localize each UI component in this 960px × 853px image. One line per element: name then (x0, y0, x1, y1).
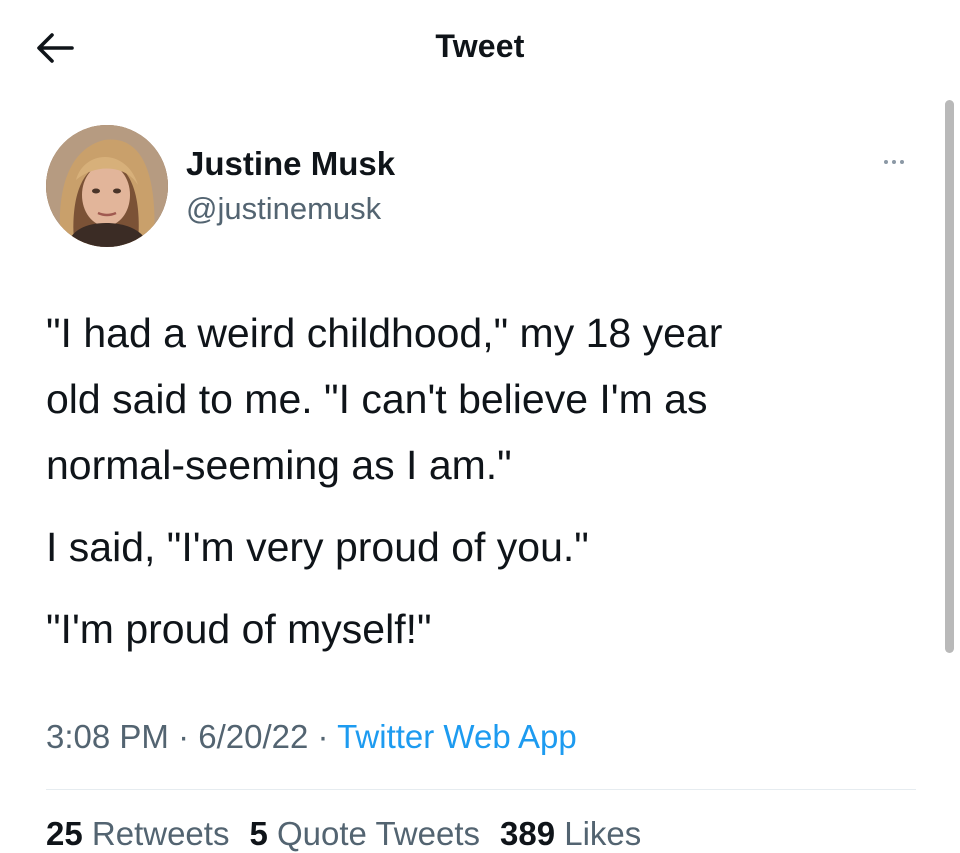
tweet-date[interactable]: 6/20/22 (198, 718, 308, 755)
avatar[interactable] (46, 125, 168, 247)
retweets-stat[interactable]: 25 Retweets (46, 815, 229, 852)
tweet-line: I said, "I'm very proud of you." (46, 524, 589, 570)
tweet-line: normal-seeming as I am." (46, 442, 512, 488)
tweet-line: "I had a weird childhood," my 18 year (46, 310, 723, 356)
quote-tweets-stat[interactable]: 5 Quote Tweets (249, 815, 480, 852)
quote-tweets-label: Quote Tweets (276, 815, 480, 852)
meta-separator: · (168, 718, 199, 755)
more-horizontal-icon (884, 160, 888, 164)
retweets-label: Retweets (91, 815, 230, 852)
tweet-line: old said to me. "I can't believe I'm as (46, 376, 708, 422)
meta-separator: · (308, 718, 338, 755)
more-options-button[interactable] (874, 150, 914, 174)
header-bar: Tweet (0, 0, 960, 100)
author-handle[interactable]: @justinemusk (186, 191, 381, 227)
likes-count: 389 (500, 815, 556, 852)
tweet-text: "I had a weird childhood," my 18 year ol… (46, 300, 926, 662)
tweet-line: "I'm proud of myself!" (46, 606, 432, 652)
author-display-name[interactable]: Justine Musk (186, 145, 395, 183)
more-horizontal-icon (900, 160, 904, 164)
tweet-meta: 3:08 PM · 6/20/22 · Twitter Web App (46, 718, 577, 756)
divider (46, 789, 916, 790)
likes-stat[interactable]: 389 Likes (500, 815, 641, 852)
quote-tweets-count: 5 (249, 815, 268, 852)
engagement-stats: 25 Retweets 5 Quote Tweets 389 Likes (46, 815, 661, 853)
tweet-source-link[interactable]: Twitter Web App (337, 718, 577, 755)
scrollbar[interactable] (945, 100, 954, 653)
avatar-photo (46, 125, 168, 247)
tweet-detail-page: Tweet Justine Musk @justinemusk "I had a… (0, 0, 960, 853)
page-title: Tweet (435, 28, 525, 64)
tweet-time[interactable]: 3:08 PM (46, 718, 169, 755)
retweets-count: 25 (46, 815, 83, 852)
likes-label: Likes (564, 815, 642, 852)
more-horizontal-icon (892, 160, 896, 164)
